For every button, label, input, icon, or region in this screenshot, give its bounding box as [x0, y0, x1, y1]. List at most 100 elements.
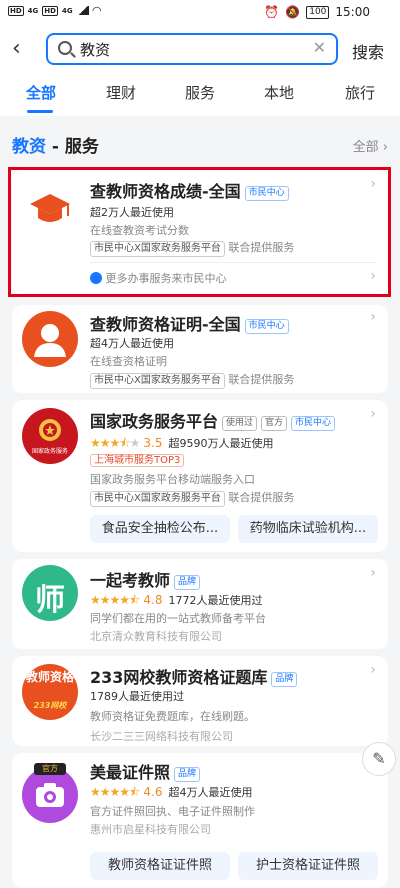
rating-line: ★★★⯪★ 3.5 超9590万人最近使用 [90, 434, 274, 455]
usage-text: 超4万人最近使用 [168, 786, 253, 799]
icon-caption: 国家政务服务 [31, 448, 68, 455]
rank-line: 上海城市服务TOP3 [90, 453, 185, 468]
chevron-right-icon: › [370, 662, 376, 678]
rating-stars: ★★★★⯪ [90, 785, 140, 799]
usage-text: 超9590万人最近使用 [168, 437, 274, 450]
result-title: 233网校教师资格证题库 品牌 [90, 664, 298, 688]
mute-icon: 🔕 [285, 5, 301, 19]
description-text: 官方证件照回执、电子证件照制作 [90, 805, 255, 818]
usage-text: 1789人最近使用过 [90, 690, 184, 703]
status-bar: HD 4G HD 4G ◠ ⏰ 🔕 100 15:00 [0, 0, 400, 28]
provider-suffix: 联合提供服务 [228, 491, 295, 504]
result-card-3[interactable]: 国家政务服务 国家政务服务平台 使用过 官方 市民中心 ★★★⯪★ 3.5 超9590万人… [12, 400, 388, 552]
tag-badge: 市民中心 [244, 319, 289, 334]
battery-icon: 100 [306, 5, 330, 19]
section-title-suffix: - 服务 [46, 137, 99, 157]
tag-badge: 官方 [261, 416, 288, 431]
sub-service-button[interactable]: 食品安全抽检公布... [90, 515, 230, 543]
rating-stars: ★★★★⯪ [90, 593, 140, 607]
company-text: 长沙二三三网络科技有限公司 [90, 730, 233, 743]
provider-line: 市民中心X国家政务服务平台 联合提供服务 [90, 371, 294, 389]
result-title: 美最证件照 品牌 [90, 759, 201, 783]
search-button[interactable]: 搜索 [352, 39, 384, 63]
icon-glyph: 师 [35, 583, 65, 618]
tab-local[interactable]: 本地 [264, 82, 294, 103]
result-title: 国家政务服务平台 使用过 官方 市民中心 [90, 408, 336, 432]
rating-line: ★★★★⯪ 4.8 1772人最近使用过 [90, 591, 263, 612]
tab-travel[interactable]: 旅行 [345, 82, 375, 103]
tab-services[interactable]: 服务 [185, 82, 215, 103]
rating-score: 4.8 [143, 593, 163, 607]
search-header: ‹ ✕ 搜索 [0, 28, 400, 72]
chevron-right-icon: › [370, 406, 376, 422]
company-text: 北京清众教育科技有限公司 [90, 630, 222, 643]
tab-finance[interactable]: 理财 [106, 82, 136, 103]
company-text: 惠州市启星科技有限公司 [90, 823, 211, 836]
search-box[interactable]: ✕ [46, 33, 338, 65]
rating-stars: ★★★⯪★ [90, 436, 140, 450]
provider-suffix: 联合提供服务 [228, 373, 295, 386]
section-more-link[interactable]: 全部 › [353, 136, 388, 155]
usage-text: 超4万人最近使用 [90, 337, 174, 350]
tab-indicator [27, 110, 53, 113]
chevron-right-icon: › [370, 565, 376, 581]
network1-label: 4G [27, 6, 39, 15]
status-left: HD 4G HD 4G ◠ [8, 4, 101, 17]
section-keyword: 教资 [12, 137, 46, 157]
sub-service-button[interactable]: 药物临床试验机构... [238, 515, 378, 543]
rating-score: 4.6 [143, 785, 163, 799]
rating-line: ★★★★⯪ 4.6 超4万人最近使用 [90, 783, 253, 804]
exam-bank-app-icon: 教师资格 233网校 [22, 664, 78, 720]
description-text: 国家政务服务平台移动端服务入口 [90, 473, 255, 486]
result-title-text: 查教师资格证明-全国 [90, 315, 241, 334]
tag-badge: 品牌 [174, 767, 201, 782]
sub-service-button[interactable]: 教师资格证证件照 [90, 852, 230, 880]
result-card-4[interactable]: 师 一起考教师 品牌 ★★★★⯪ 4.8 1772人最近使用过 同学们都在用的一站式教… [12, 559, 388, 649]
search-icon [58, 41, 72, 55]
sim2-icon: HD [42, 5, 58, 16]
icon-glyph: 教师资格 [25, 670, 74, 684]
description-text: 在线查资格证明 [90, 355, 167, 368]
description-text: 教师资格证免费题库，在线刷题。 [90, 710, 255, 723]
result-title-text: 美最证件照 [90, 763, 171, 782]
network2-label: 4G [61, 6, 73, 15]
tag-badge: 使用过 [222, 416, 258, 431]
result-title-text: 国家政务服务平台 [90, 412, 219, 431]
usage-text: 1772人最近使用过 [168, 594, 263, 607]
official-badge: 官方 [34, 763, 66, 775]
provider-line: 市民中心X国家政务服务平台 联合提供服务 [90, 489, 294, 507]
tag-badge: 品牌 [271, 672, 298, 687]
result-title-text: 一起考教师 [90, 571, 171, 590]
alarm-icon: ⏰ [264, 5, 280, 19]
signal-icon [76, 6, 89, 15]
clock: 15:00 [335, 5, 370, 19]
provider-chip: 市民中心X国家政务服务平台 [90, 373, 225, 389]
result-title-text: 233网校教师资格证题库 [90, 668, 268, 687]
wifi-icon: ◠ [92, 4, 102, 17]
description-text: 同学们都在用的一站式教师备考平台 [90, 612, 266, 625]
tag-badge: 市民中心 [291, 416, 336, 431]
status-right: ⏰ 🔕 100 15:00 [264, 5, 370, 19]
section-title: 教资 - 服务 [12, 132, 99, 157]
sub-service-button[interactable]: 护士资格证证件照 [238, 852, 378, 880]
section-header: 教资 - 服务 全部 › [0, 124, 400, 160]
result-title: 查教师资格证明-全国 市民中心 [90, 311, 289, 335]
result-card-6[interactable]: 官方 美最证件照 品牌 ★★★★⯪ 4.6 超4万人最近使用 官方证件照回执、电子证件… [12, 753, 388, 888]
category-tabs: 全部 理财 服务 本地 旅行 [0, 72, 400, 116]
rating-score: 3.5 [143, 436, 163, 450]
national-emblem-icon: 国家政务服务 [22, 408, 78, 464]
clear-icon[interactable]: ✕ [313, 38, 326, 57]
search-input[interactable] [80, 38, 310, 60]
camera-app-icon [22, 767, 78, 823]
result-title: 一起考教师 品牌 [90, 567, 201, 591]
tag-badge: 品牌 [174, 575, 201, 590]
result-card-2[interactable]: 查教师资格证明-全国 市民中心 超4万人最近使用 在线查资格证明 市民中心X国家政… [12, 305, 388, 393]
provider-chip: 市民中心X国家政务服务平台 [90, 491, 225, 507]
back-arrow-icon[interactable]: ‹ [12, 38, 36, 62]
sim1-icon: HD [8, 5, 24, 16]
tab-all[interactable]: 全部 [26, 82, 56, 103]
result-card-5[interactable]: 教师资格 233网校 233网校教师资格证题库 品牌 1789人最近使用过 教师资… [12, 656, 388, 746]
person-icon [22, 311, 78, 367]
feedback-icon[interactable]: ✎ [362, 742, 396, 776]
highlight-box [8, 167, 391, 297]
